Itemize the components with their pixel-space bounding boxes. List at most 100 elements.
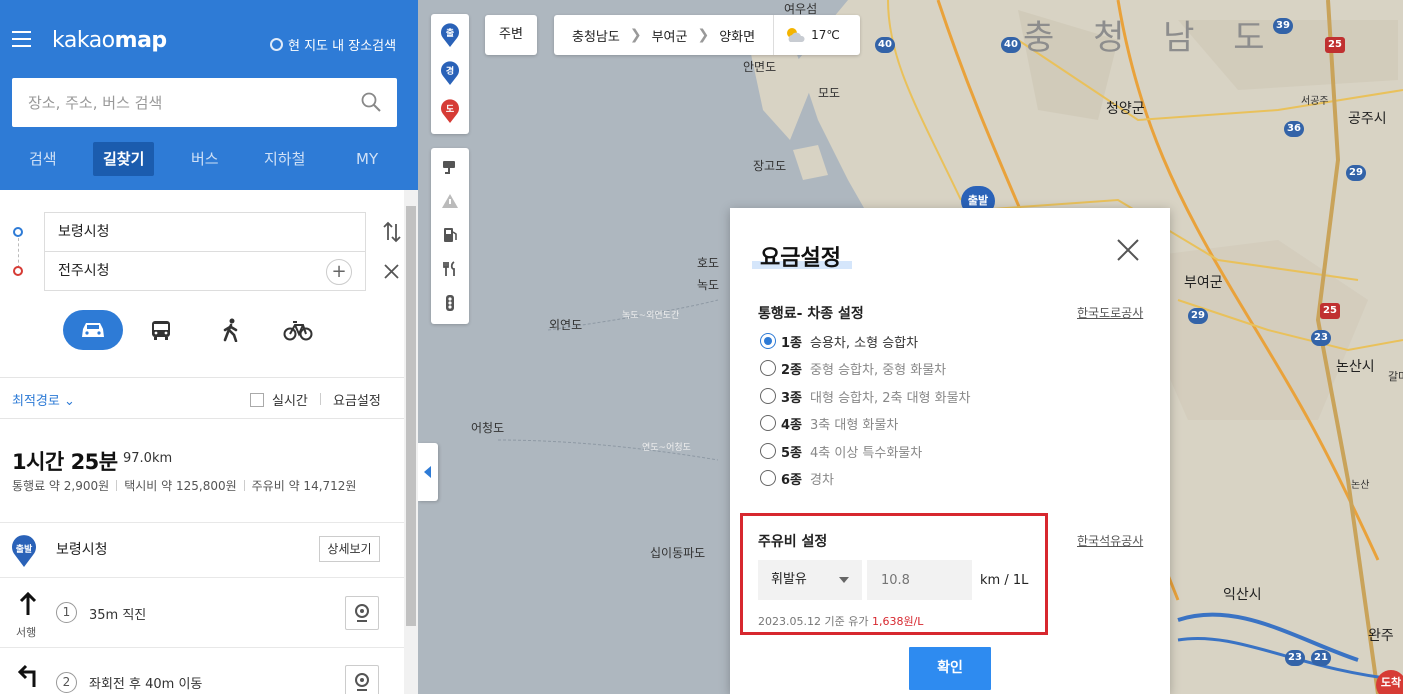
walk-icon bbox=[223, 318, 238, 342]
partly-cloudy-icon bbox=[787, 28, 805, 42]
map-label: 청양군 bbox=[1106, 101, 1145, 117]
breadcrumb-item[interactable]: 충청남도 bbox=[572, 26, 620, 45]
close-icon[interactable] bbox=[1116, 238, 1140, 262]
temperature: 17℃ bbox=[811, 28, 840, 42]
map-label: 논산 bbox=[1351, 480, 1370, 491]
search-input[interactable] bbox=[12, 78, 342, 127]
scroll-thumb[interactable] bbox=[406, 206, 416, 626]
map-label: 연도~어청도 bbox=[642, 443, 691, 453]
route-option-label: 최적경로 bbox=[12, 394, 60, 409]
tab-directions[interactable]: 길찾기 bbox=[93, 142, 155, 176]
collapse-panel-button[interactable] bbox=[418, 443, 438, 501]
gas-station-icon[interactable] bbox=[441, 226, 459, 244]
vehicle-class-option[interactable]: 2종 중형 승합차, 중형 화물차 bbox=[760, 358, 946, 378]
roadview-button[interactable] bbox=[345, 596, 379, 630]
tab-search[interactable]: 검색 bbox=[19, 142, 67, 176]
map-label: 어청도 bbox=[471, 421, 505, 435]
chevron-down-icon: ⌄ bbox=[63, 394, 75, 409]
tab-bus[interactable]: 버스 bbox=[181, 142, 229, 176]
vehicle-class-option[interactable]: 5종 4축 이상 특수화물차 bbox=[760, 441, 922, 461]
warning-icon[interactable] bbox=[441, 192, 459, 210]
kakaomap-logo[interactable]: kakaomap bbox=[52, 28, 167, 53]
petroleum-corp-link[interactable]: 한국석유공사 bbox=[1077, 532, 1143, 549]
radio-icon bbox=[760, 470, 776, 486]
radio-icon bbox=[760, 388, 776, 404]
mode-car[interactable] bbox=[63, 310, 123, 350]
cctv-icon[interactable] bbox=[441, 158, 459, 176]
mode-bus[interactable] bbox=[131, 310, 191, 350]
breadcrumb-item[interactable]: 부여군 bbox=[652, 26, 688, 45]
destination-field[interactable]: 전주시청 bbox=[44, 251, 366, 291]
map-label: 서공주 bbox=[1301, 96, 1329, 107]
route-option-dropdown[interactable]: 최적경로 ⌄ bbox=[12, 390, 75, 409]
route-shield: 25 bbox=[1325, 37, 1345, 53]
step-number: 2 bbox=[56, 672, 77, 693]
detail-button[interactable]: 상세보기 bbox=[319, 536, 380, 562]
vehicle-class-label: 3종 bbox=[781, 390, 803, 406]
mode-walk[interactable] bbox=[201, 310, 261, 350]
fuel-efficiency-input[interactable] bbox=[867, 560, 972, 600]
fuel-cost: 주유비 약 14,712원 bbox=[251, 479, 357, 493]
map-end-pin[interactable]: 도착 bbox=[1376, 670, 1403, 694]
restaurant-icon[interactable] bbox=[441, 260, 459, 278]
hamburger-menu-icon[interactable] bbox=[12, 31, 31, 47]
nearby-button[interactable]: 주변 bbox=[485, 15, 537, 55]
destination-dot-icon bbox=[13, 266, 23, 276]
fuel-type-select[interactable]: 휘발유 bbox=[758, 560, 862, 600]
vehicle-class-option[interactable]: 4종 3축 대형 화물차 bbox=[760, 413, 898, 433]
origin-pin-button[interactable]: 출 bbox=[440, 22, 460, 48]
bike-icon bbox=[283, 321, 313, 341]
main-tabs: 검색 길찾기 버스 지하철 MY bbox=[0, 142, 418, 178]
fuel-price: 1,638원/L bbox=[871, 615, 924, 628]
vehicle-class-option[interactable]: 1종 승용차, 소형 승합차 bbox=[760, 331, 918, 351]
map-label: 십이동파도 bbox=[650, 546, 706, 560]
toll-section-title: 통행료- 차종 설정 bbox=[758, 306, 864, 322]
route-shield: 36 bbox=[1284, 121, 1304, 137]
roadview-icon bbox=[355, 673, 369, 691]
vehicle-class-option[interactable]: 6종 경차 bbox=[760, 468, 834, 488]
map-label: 갈마 bbox=[1388, 370, 1403, 383]
start-badge: 출발 bbox=[11, 534, 37, 568]
pin-label: 도 bbox=[445, 105, 455, 115]
map-label: 완주 bbox=[1368, 628, 1394, 644]
origin-dot-icon bbox=[13, 227, 23, 237]
fee-settings-link[interactable]: 요금설정 bbox=[333, 390, 381, 409]
highway-corp-link[interactable]: 한국도로공사 bbox=[1077, 304, 1143, 321]
tab-subway[interactable]: 지하철 bbox=[254, 142, 315, 176]
map-label: 녹도 bbox=[697, 278, 720, 292]
start-name: 보령시청 bbox=[56, 542, 108, 558]
route-options-row: 최적경로 ⌄ 실시간 요금설정 bbox=[0, 377, 404, 419]
map-label: 안면도 bbox=[743, 60, 777, 74]
add-waypoint-icon[interactable]: + bbox=[326, 259, 352, 285]
traffic-light-icon[interactable] bbox=[441, 294, 459, 312]
vehicle-class-desc: 3축 대형 화물차 bbox=[810, 417, 899, 433]
origin-field[interactable]: 보령시청 bbox=[44, 212, 366, 252]
route-shield: 40 bbox=[875, 37, 895, 53]
vehicle-class-option[interactable]: 3종 대형 승합차, 2축 대형 화물차 bbox=[760, 386, 971, 406]
map-area-search-toggle[interactable]: 현 지도 내 장소검색 bbox=[270, 35, 396, 54]
destination-pin-button[interactable]: 도 bbox=[440, 98, 460, 124]
radio-checked-icon bbox=[760, 333, 776, 349]
route-duration: 1시간 25분 bbox=[12, 450, 118, 474]
map-label: 논산시 bbox=[1336, 359, 1375, 375]
roadview-button[interactable] bbox=[345, 665, 379, 694]
swap-icon[interactable] bbox=[383, 221, 401, 243]
panel-scrollbar[interactable] bbox=[404, 190, 418, 694]
confirm-button[interactable]: 확인 bbox=[909, 647, 991, 690]
mode-bike[interactable] bbox=[268, 310, 328, 350]
weather-widget[interactable]: 17℃ bbox=[773, 15, 840, 55]
step-direction-label: 서행 bbox=[16, 626, 37, 639]
map-overlay-tools bbox=[431, 148, 469, 324]
realtime-checkbox[interactable]: 실시간 bbox=[250, 390, 308, 409]
search-icon[interactable] bbox=[361, 92, 381, 112]
tab-my[interactable]: MY bbox=[346, 142, 388, 176]
panel-header: kakaomap 현 지도 내 장소검색 검색 길찾기 버스 지하철 MY bbox=[0, 0, 418, 190]
close-icon[interactable] bbox=[384, 264, 399, 279]
step-number: 1 bbox=[56, 602, 77, 623]
realtime-label: 실시간 bbox=[272, 394, 308, 409]
breadcrumb-item[interactable]: 양화면 bbox=[719, 26, 755, 45]
region-title: 충 청 남 도 bbox=[1023, 18, 1279, 58]
start-badge-label: 출발 bbox=[15, 545, 33, 555]
waypoint-pin-button[interactable]: 경 bbox=[440, 60, 460, 86]
taxi-cost: 택시비 약 125,800원 bbox=[124, 479, 237, 493]
